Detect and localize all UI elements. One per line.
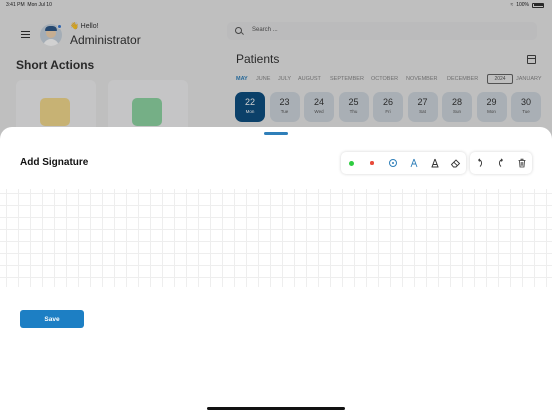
- pen-tool-button[interactable]: [403, 152, 424, 174]
- pen-nib-icon: [410, 158, 418, 168]
- eraser-button[interactable]: [445, 152, 466, 174]
- green-pen-button[interactable]: [341, 152, 362, 174]
- highlighter-button[interactable]: [424, 152, 445, 174]
- redo-button[interactable]: [491, 152, 512, 174]
- history-toolbar: [470, 152, 532, 174]
- undo-button[interactable]: [470, 152, 491, 174]
- eraser-icon: [450, 159, 461, 168]
- home-indicator[interactable]: [207, 407, 345, 410]
- add-signature-sheet: Add Signature Save: [0, 127, 552, 414]
- highlighter-icon: [431, 158, 439, 168]
- red-pen-button[interactable]: [362, 152, 383, 174]
- green-dot-icon: [348, 160, 354, 166]
- save-button[interactable]: Save: [20, 310, 84, 328]
- sheet-grabber[interactable]: [264, 132, 288, 135]
- redo-icon: [499, 158, 503, 167]
- signature-canvas[interactable]: [0, 189, 552, 287]
- undo-icon: [478, 158, 483, 167]
- trash-icon: [518, 158, 526, 168]
- delete-button[interactable]: [511, 152, 532, 174]
- red-dot-icon: [370, 161, 374, 165]
- stroke-width-button[interactable]: [383, 152, 404, 174]
- sheet-title: Add Signature: [20, 157, 89, 168]
- pen-toolbar: [341, 152, 466, 174]
- target-icon: [389, 159, 398, 167]
